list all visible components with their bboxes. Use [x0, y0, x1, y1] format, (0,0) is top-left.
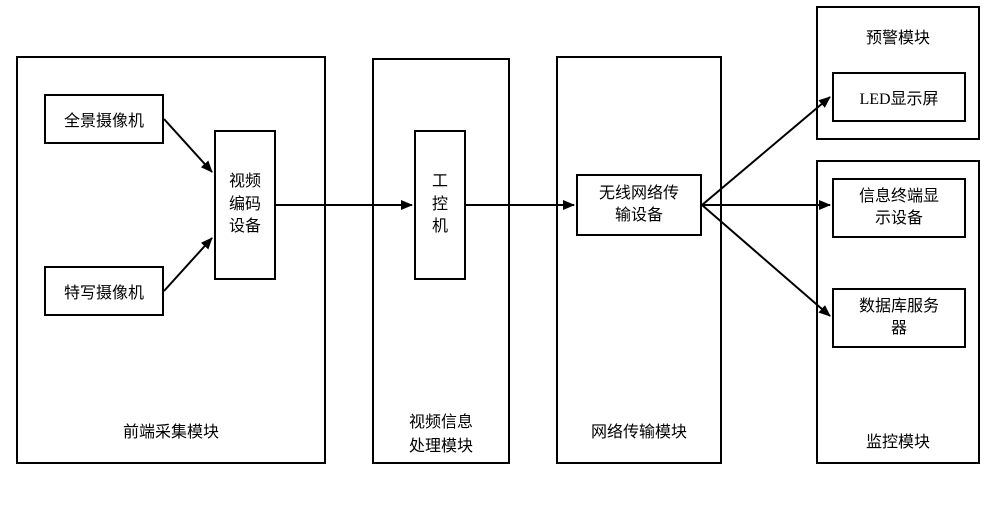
box-led: LED显示屏 — [832, 72, 966, 122]
box-ipc-l2: 控 — [432, 194, 448, 216]
box-led-label: LED显示屏 — [859, 85, 938, 109]
module-monitor-label: 监控模块 — [816, 428, 980, 452]
box-wireless: 无线网络传 输设备 — [576, 174, 702, 236]
box-ipc: 工 控 机 — [414, 130, 466, 280]
module-network — [556, 56, 722, 464]
module-processing-label-l1: 视频信息 — [372, 408, 510, 432]
box-video-encoder-l1: 视频 — [229, 171, 261, 193]
box-terminal: 信息终端显 示设备 — [832, 178, 966, 238]
box-closeup-camera: 特写摄像机 — [44, 266, 164, 316]
box-ipc-l3: 机 — [432, 216, 448, 238]
box-ipc-l1: 工 — [432, 171, 448, 193]
module-network-label: 网络传输模块 — [556, 418, 722, 442]
module-acquisition-label: 前端采集模块 — [16, 418, 326, 442]
module-processing-label-l2: 处理模块 — [372, 432, 510, 456]
box-wireless-l2: 输设备 — [615, 205, 663, 227]
box-db-l2: 器 — [891, 318, 907, 340]
box-db-l1: 数据库服务 — [859, 296, 939, 318]
box-wireless-l1: 无线网络传 — [599, 183, 679, 205]
box-panoramic-camera-label: 全景摄像机 — [64, 107, 144, 131]
box-video-encoder: 视频 编码 设备 — [214, 130, 276, 280]
box-panoramic-camera: 全景摄像机 — [44, 94, 164, 144]
box-terminal-l1: 信息终端显 — [859, 186, 939, 208]
box-terminal-l2: 示设备 — [875, 208, 923, 230]
box-db: 数据库服务 器 — [832, 288, 966, 348]
box-closeup-camera-label: 特写摄像机 — [64, 279, 144, 303]
box-video-encoder-l3: 设备 — [229, 216, 261, 238]
diagram-canvas: 前端采集模块 视频信息 处理模块 网络传输模块 预警模块 监控模块 全景摄像机 … — [0, 0, 1000, 513]
box-video-encoder-l2: 编码 — [229, 194, 261, 216]
module-warning-label: 预警模块 — [816, 24, 980, 48]
